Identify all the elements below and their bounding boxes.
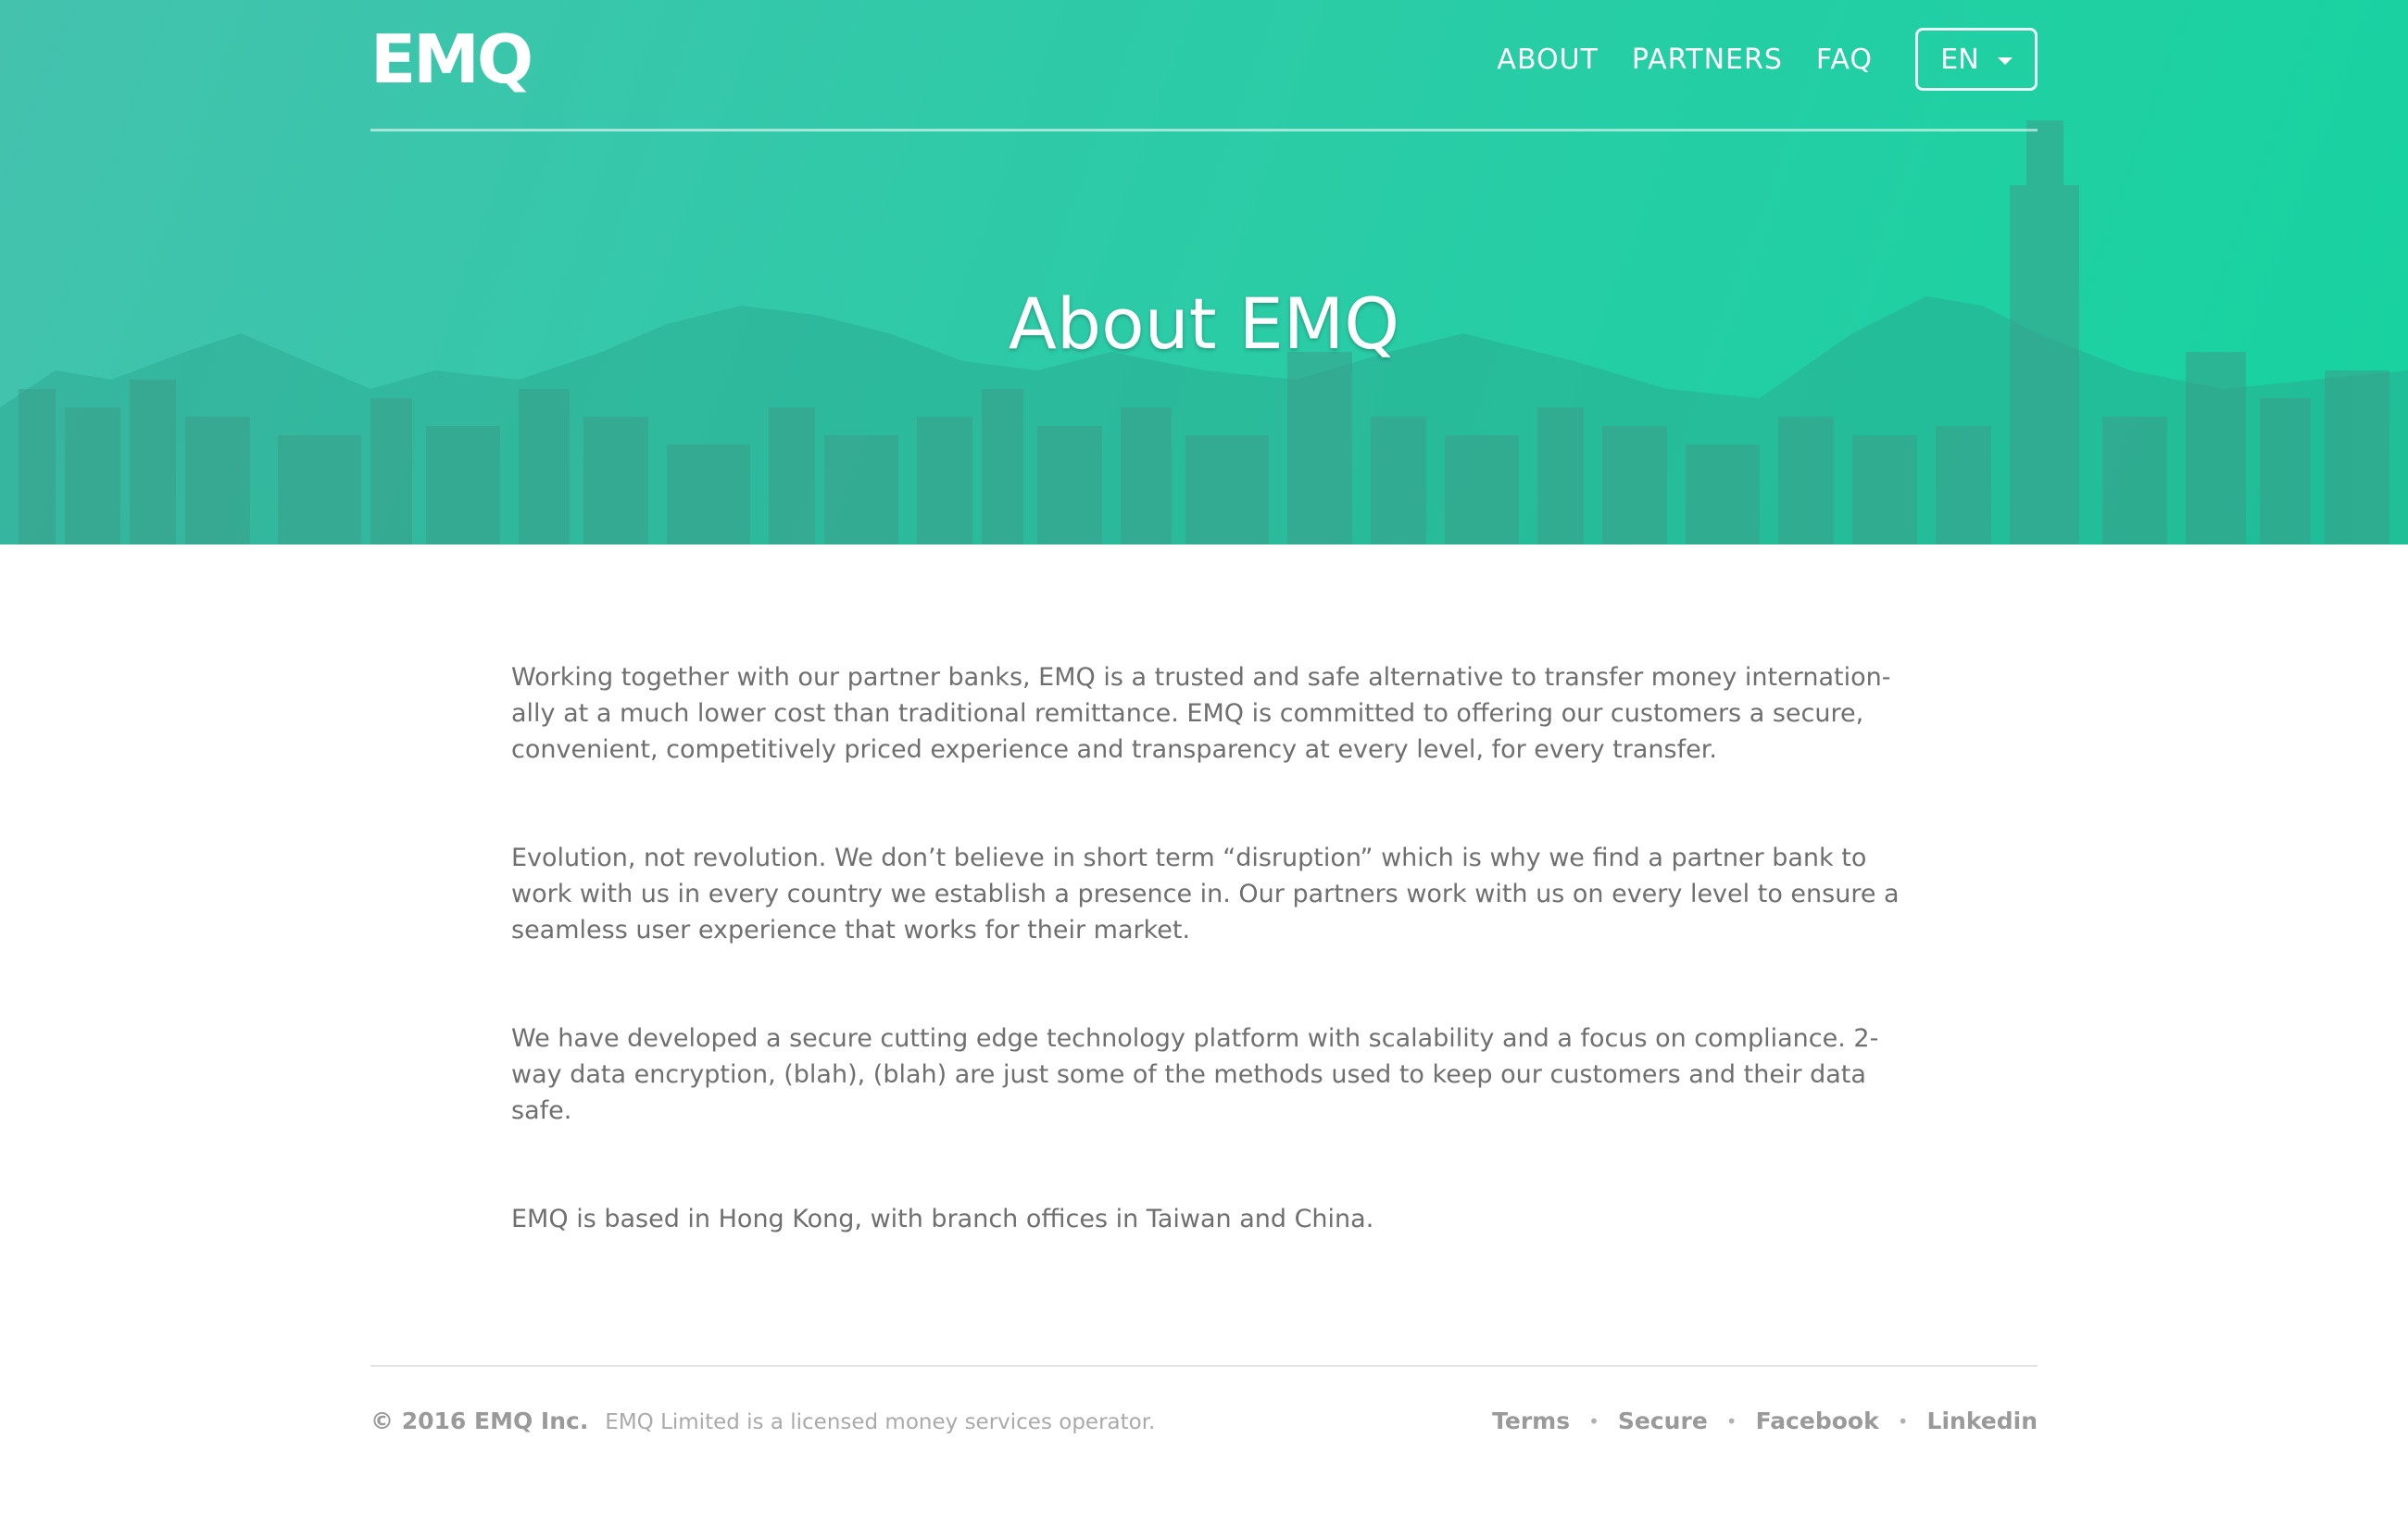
bullet-separator: • — [1588, 1409, 1599, 1433]
site-header: EMQ ABOUT PARTNERS FAQ EN — [370, 0, 2038, 131]
paragraph-location: EMQ is based in Hong Kong, with branch o… — [511, 1205, 1374, 1233]
paragraph-intro: Working together with our partner banks,… — [511, 663, 1891, 764]
footer-link-terms[interactable]: Terms — [1492, 1408, 1570, 1434]
nav-faq[interactable]: FAQ — [1816, 44, 1873, 76]
copyright-text: © 2016 EMQ Inc. — [370, 1408, 589, 1434]
chevron-down-icon — [1997, 57, 2013, 65]
main-nav: ABOUT PARTNERS FAQ EN — [1497, 28, 2038, 91]
hero-banner: EMQ ABOUT PARTNERS FAQ EN About EMQ — [0, 0, 2408, 544]
emq-logo[interactable]: EMQ — [370, 26, 533, 93]
language-value: EN — [1940, 43, 1979, 76]
language-dropdown[interactable]: EN — [1915, 28, 2038, 91]
bullet-separator: • — [1897, 1409, 1909, 1433]
nav-about[interactable]: ABOUT — [1497, 44, 1598, 76]
bullet-separator: • — [1725, 1409, 1737, 1433]
site-footer: © 2016 EMQ Inc. EMQ Limited is a license… — [370, 1365, 2038, 1476]
paragraph-technology: We have developed a secure cutting edge … — [511, 1024, 1879, 1125]
license-text: EMQ Limited is a licensed money services… — [605, 1410, 1156, 1434]
page-title: About EMQ — [1008, 282, 1400, 365]
copyright-notice: © 2016 EMQ Inc. EMQ Limited is a license… — [370, 1408, 1155, 1434]
footer-link-facebook[interactable]: Facebook — [1756, 1408, 1879, 1434]
about-content: Working together with our partner banks,… — [511, 659, 1900, 1309]
paragraph-evolution: Evolution, not revolution. We don’t beli… — [511, 844, 1900, 945]
nav-partners[interactable]: PARTNERS — [1632, 44, 1783, 76]
footer-link-secure[interactable]: Secure — [1618, 1408, 1708, 1434]
footer-link-linkedin[interactable]: Linkedin — [1927, 1408, 2038, 1434]
footer-links: Terms • Secure • Facebook • Linkedin — [1492, 1408, 2038, 1434]
